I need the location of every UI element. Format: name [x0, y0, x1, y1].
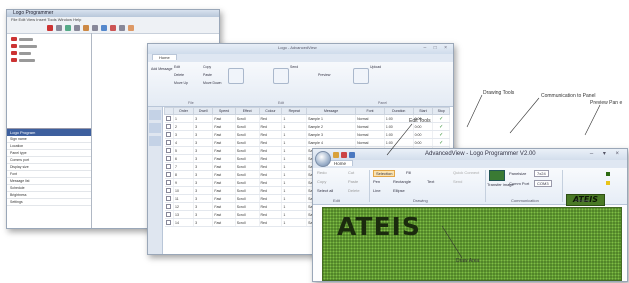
- callout-lines: [386, 94, 601, 259]
- edit-tools-leader: [386, 123, 413, 156]
- callout-drawing-tools: Drawing Tools: [483, 90, 515, 96]
- callout-draw-area: Draw Area: [456, 258, 480, 264]
- drawing-tools-leader: [466, 94, 483, 128]
- callout-edit-tools: Edit Tools: [409, 118, 431, 124]
- draw-area-leader: [441, 225, 463, 259]
- preview-leader: [584, 104, 601, 136]
- callout-preview: Preview Pan e: [590, 100, 623, 106]
- callout-communication: Communication to Panel: [541, 93, 596, 99]
- communication-leader: [509, 97, 540, 134]
